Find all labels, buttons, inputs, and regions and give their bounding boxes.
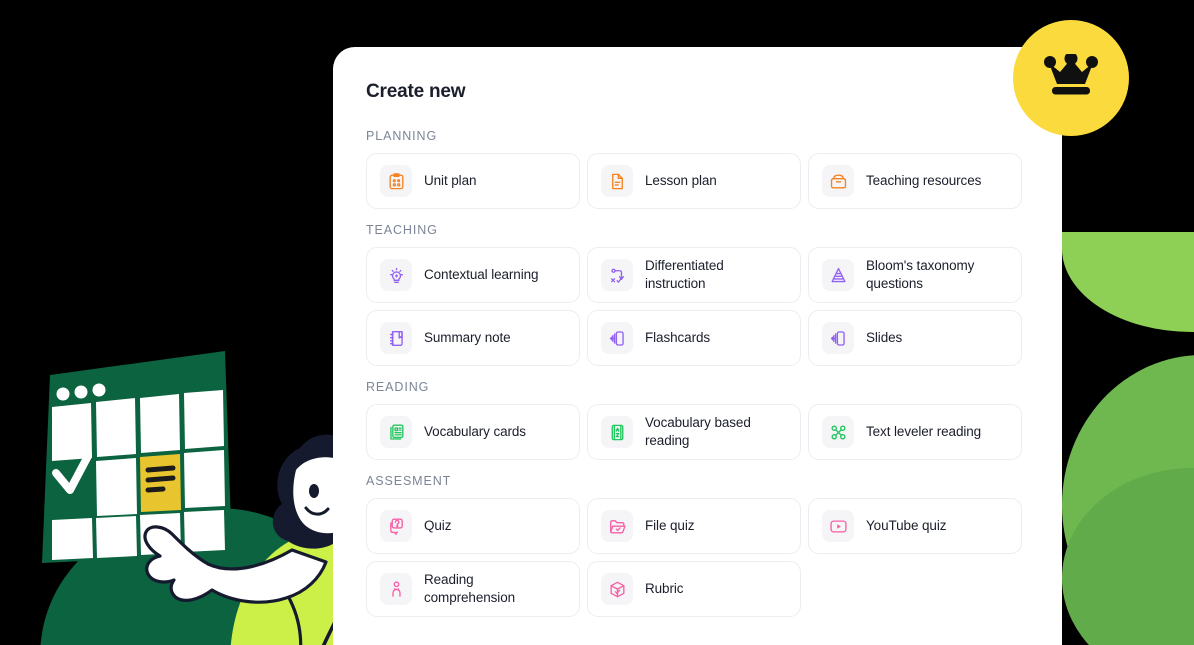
stacked-cards-icon — [380, 416, 412, 448]
section-label: TEACHING — [366, 223, 438, 237]
create-card-file-quiz[interactable]: File quiz — [587, 498, 801, 554]
create-card-lesson-plan[interactable]: Lesson plan — [587, 153, 801, 209]
create-card-teaching-resources[interactable]: Teaching resources — [808, 153, 1022, 209]
flashcards-icon — [601, 322, 633, 354]
section-label: READING — [366, 380, 430, 394]
scissors-icon — [822, 416, 854, 448]
section-card-grid: Vocabulary cards Vocabulary based reading… — [366, 404, 1026, 460]
card-label: Summary note — [424, 329, 511, 345]
create-card-vocabulary-cards[interactable]: Vocabulary cards — [366, 404, 580, 460]
branch-split-icon — [601, 259, 633, 291]
create-new-panel: Create new PLANNING Unit plan Lesson plan T… — [333, 47, 1062, 645]
card-label: Differentiated instruction — [645, 257, 724, 291]
person-read-icon — [380, 573, 412, 605]
section-card-grid: Contextual learning Differentiated instru… — [366, 247, 1026, 366]
cube-check-icon — [601, 573, 633, 605]
create-card-contextual-learning[interactable]: Contextual learning — [366, 247, 580, 303]
card-label: Slides — [866, 329, 903, 345]
card-label: Unit plan — [424, 172, 477, 188]
create-card-text-leveler-reading[interactable]: Text leveler reading — [808, 404, 1022, 460]
youtube-play-icon — [822, 510, 854, 542]
book-az-icon — [601, 416, 633, 448]
notebook-icon — [380, 322, 412, 354]
card-label: Bloom's taxonomy questions — [866, 257, 975, 291]
card-label: Quiz — [424, 517, 452, 533]
premium-crown-badge[interactable] — [1013, 20, 1129, 136]
section-label: ASSESMENT — [366, 474, 452, 488]
card-label: Vocabulary based reading — [645, 414, 751, 448]
card-label: File quiz — [645, 517, 695, 533]
section-planning: PLANNING Unit plan Lesson plan Teaching res… — [366, 129, 1026, 209]
card-label: Flashcards — [645, 329, 711, 345]
lightbulb-icon — [380, 259, 412, 291]
question-chat-icon — [380, 510, 412, 542]
crown-icon — [1044, 51, 1098, 103]
create-card-rubric[interactable]: Rubric — [587, 561, 801, 617]
card-label: Reading comprehension — [424, 571, 516, 605]
section-reading: READING Vocabulary cards Vocabulary based … — [366, 380, 1026, 460]
create-card-slides[interactable]: Slides — [808, 310, 1022, 366]
page-title: Create new — [366, 81, 466, 102]
section-card-grid: Unit plan Lesson plan Teaching resources — [366, 153, 1026, 209]
folder-check-icon — [601, 510, 633, 542]
card-label: Teaching resources — [866, 172, 982, 188]
card-label: Rubric — [645, 580, 684, 596]
green-decoration-top — [1062, 232, 1194, 332]
create-card-differentiated-instruction[interactable]: Differentiated instruction — [587, 247, 801, 303]
card-label: Text leveler reading — [866, 423, 982, 439]
section-teaching: TEACHING Contextual learning Differentiate… — [366, 223, 1026, 366]
create-card-flashcards[interactable]: Flashcards — [587, 310, 801, 366]
create-card-summary-note[interactable]: Summary note — [366, 310, 580, 366]
sections-container: PLANNING Unit plan Lesson plan Teaching res… — [366, 129, 1026, 617]
clipboard-icon — [380, 165, 412, 197]
section-card-grid: Quiz File quiz YouTube quiz Reading compreh… — [366, 498, 1026, 617]
create-card-unit-plan[interactable]: Unit plan — [366, 153, 580, 209]
create-card-bloom-s-taxonomy-questions[interactable]: Bloom's taxonomy questions — [808, 247, 1022, 303]
create-card-quiz[interactable]: Quiz — [366, 498, 580, 554]
archive-box-icon — [822, 165, 854, 197]
pyramid-icon — [822, 259, 854, 291]
card-label: Contextual learning — [424, 266, 539, 282]
screen-root: Create new PLANNING Unit plan Lesson plan T… — [0, 0, 1194, 645]
document-icon — [601, 165, 633, 197]
create-card-vocabulary-based-reading[interactable]: Vocabulary based reading — [587, 404, 801, 460]
create-card-reading-comprehension[interactable]: Reading comprehension — [366, 561, 580, 617]
create-card-youtube-quiz[interactable]: YouTube quiz — [808, 498, 1022, 554]
section-label: PLANNING — [366, 129, 438, 143]
slides-icon — [822, 322, 854, 354]
section-assesment: ASSESMENT Quiz File quiz YouTube quiz Readin… — [366, 474, 1026, 617]
card-label: YouTube quiz — [866, 517, 947, 533]
card-label: Lesson plan — [645, 172, 717, 188]
card-label: Vocabulary cards — [424, 423, 526, 439]
